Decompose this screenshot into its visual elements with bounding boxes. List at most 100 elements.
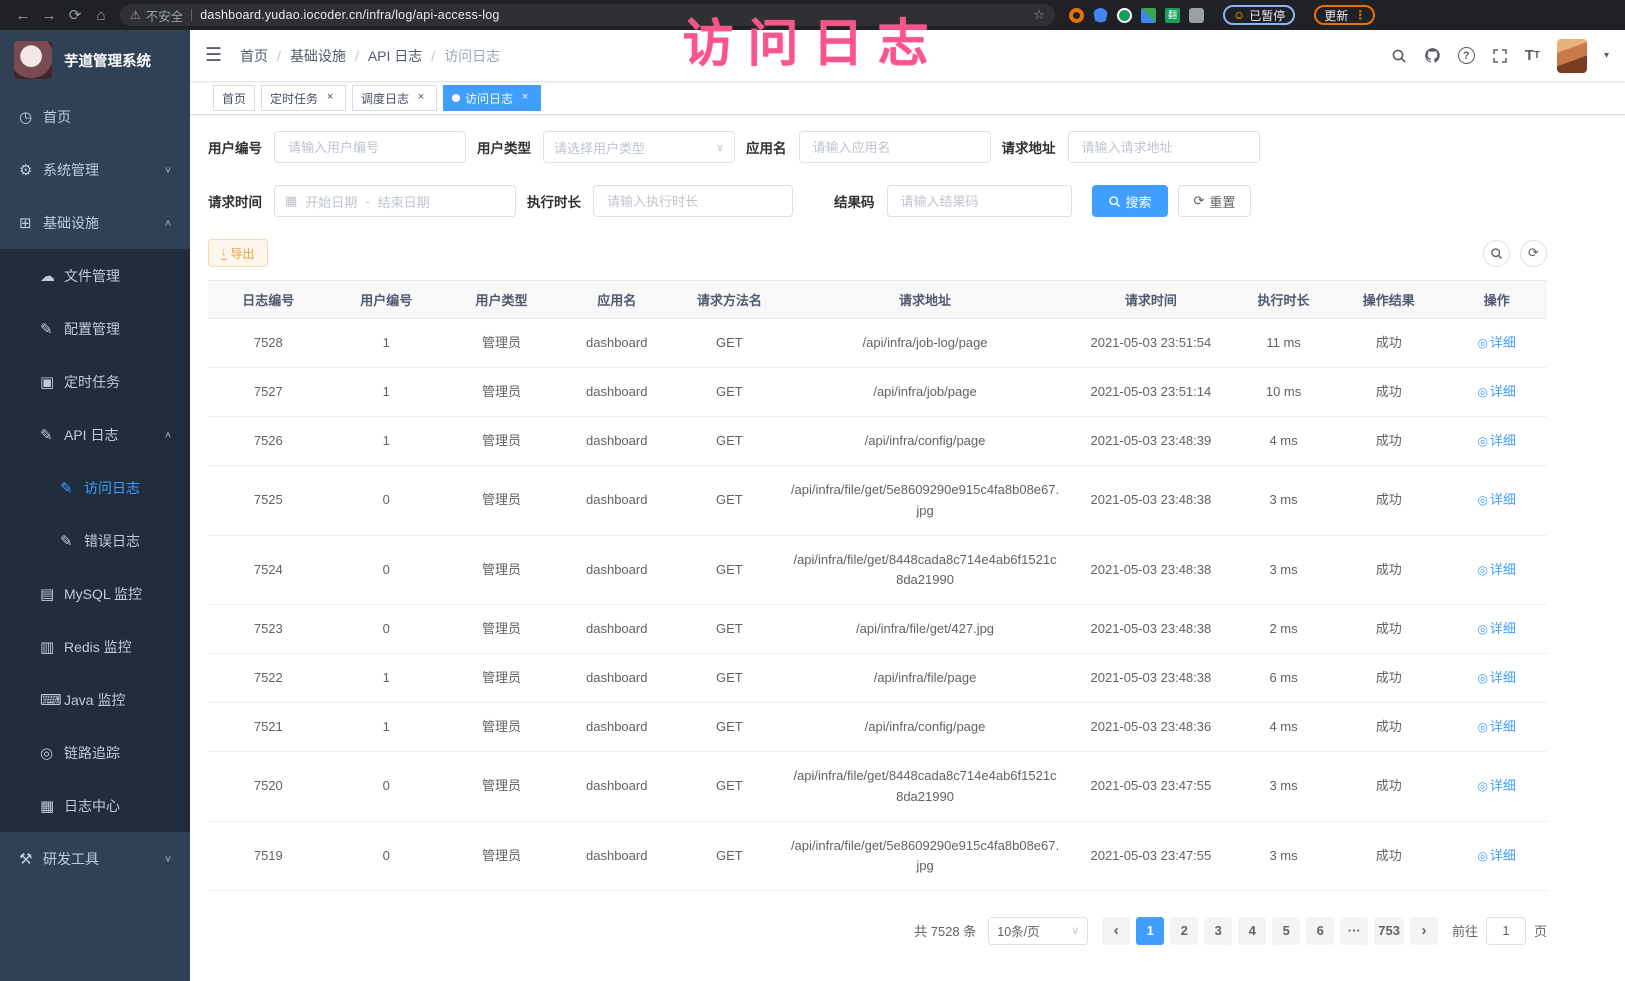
cell-actions: ◎详细 — [1446, 752, 1547, 821]
sidebar-item-mysql[interactable]: ▤MySQL 监控 — [0, 567, 190, 620]
tab-定时任务[interactable]: 定时任务× — [261, 85, 346, 111]
sidebar-item-api-log[interactable]: ✎API 日志∧ — [0, 408, 190, 461]
reset-button[interactable]: ⟳ 重置 — [1178, 185, 1252, 217]
home-icon[interactable]: ⌂ — [88, 7, 114, 24]
security-warning[interactable]: 不安全 — [146, 6, 184, 25]
sidebar-item-label: 错误日志 — [84, 531, 190, 551]
more-pages-button[interactable]: ··· — [1340, 917, 1368, 945]
tab-访问日志[interactable]: 访问日志× — [443, 85, 541, 111]
toggle-search-button[interactable] — [1483, 240, 1510, 267]
detail-link[interactable]: ◎详细 — [1477, 621, 1516, 636]
sidebar-item-log-center[interactable]: ▦日志中心 — [0, 779, 190, 832]
forward-icon[interactable]: → — [36, 7, 62, 24]
detail-link[interactable]: ◎详细 — [1477, 848, 1516, 863]
cell-method: GET — [674, 535, 784, 604]
page-button-2[interactable]: 2 — [1170, 917, 1198, 945]
tab-调度日志[interactable]: 调度日志× — [352, 85, 437, 111]
refresh-table-button[interactable]: ⟳ — [1520, 240, 1547, 267]
github-icon[interactable] — [1424, 47, 1441, 64]
chevron-down-icon[interactable]: ▾ — [1604, 50, 1609, 61]
extension-icon[interactable] — [1141, 8, 1156, 23]
user-id-input[interactable] — [274, 131, 466, 163]
fullscreen-icon[interactable] — [1492, 48, 1508, 64]
sidebar-item-config[interactable]: ✎配置管理 — [0, 302, 190, 355]
page-button-1[interactable]: 1 — [1136, 917, 1164, 945]
search-button[interactable]: 搜索 — [1092, 185, 1168, 217]
detail-link[interactable]: ◎详细 — [1477, 719, 1516, 734]
close-icon[interactable]: × — [518, 91, 532, 105]
sidebar-item-trace[interactable]: ◎链路追踪 — [0, 726, 190, 779]
extensions-puzzle-icon[interactable] — [1189, 8, 1204, 23]
extension-shield-icon[interactable] — [1093, 8, 1108, 23]
hamburger-icon[interactable]: ☰ — [205, 44, 222, 67]
sidebar-item-java[interactable]: ⌨Java 监控 — [0, 673, 190, 726]
page-size-select[interactable]: 10条/页 ∨ — [988, 917, 1088, 945]
cell-user_id: 1 — [329, 417, 444, 466]
sidebar-item-system[interactable]: ⚙系统管理∨ — [0, 143, 190, 196]
date-range-picker[interactable]: ▦ 开始日期 - 结束日期 — [274, 185, 516, 217]
sidebar-item-redis[interactable]: ▥Redis 监控 — [0, 620, 190, 673]
paused-extension-pill[interactable]: ☺ 已暂停 — [1223, 5, 1295, 25]
export-button[interactable]: ↓ 导出 — [208, 239, 268, 267]
sidebar-item-label: 定时任务 — [64, 372, 190, 392]
detail-link[interactable]: ◎详细 — [1477, 433, 1516, 448]
detail-link[interactable]: ◎详细 — [1477, 670, 1516, 685]
detail-link[interactable]: ◎详细 — [1477, 335, 1516, 350]
chevron-up-icon: ∧ — [164, 217, 172, 227]
table-row: 75221管理员dashboardGET/api/infra/file/page… — [208, 654, 1547, 703]
page-button-3[interactable]: 3 — [1204, 917, 1232, 945]
page-button-6[interactable]: 6 — [1306, 917, 1334, 945]
request-url-input[interactable] — [1068, 131, 1260, 163]
detail-link[interactable]: ◎详细 — [1477, 384, 1516, 399]
duration-label: 执行时长 — [527, 191, 581, 211]
address-bar[interactable]: ⚠ 不安全 dashboard.yudao.iocoder.cn/infra/l… — [120, 4, 1055, 26]
browser-update-button[interactable]: 更新 ⋮ — [1314, 5, 1375, 25]
translate-extension-icon[interactable]: 翻 — [1165, 8, 1180, 23]
cell-app: dashboard — [559, 535, 674, 604]
font-size-icon[interactable]: TT — [1525, 47, 1540, 64]
breadcrumb-item[interactable]: 基础设施 — [290, 46, 346, 66]
avatar[interactable] — [1557, 39, 1587, 73]
user-type-select[interactable]: 请选择用户类型 ∨ — [543, 131, 735, 163]
divider — [191, 9, 192, 21]
sidebar-item-file[interactable]: ☁文件管理 — [0, 249, 190, 302]
bookmark-star-icon[interactable]: ☆ — [1033, 7, 1045, 23]
help-icon[interactable]: ? — [1458, 47, 1475, 64]
breadcrumb-item[interactable]: API 日志 — [368, 46, 422, 66]
tab-首页[interactable]: 首页 — [213, 85, 255, 111]
sidebar-item-home[interactable]: ◷首页 — [0, 90, 190, 143]
sidebar-item-access-log[interactable]: ✎访问日志 — [0, 461, 190, 514]
next-page-button[interactable]: › — [1410, 917, 1438, 945]
detail-link[interactable]: ◎详细 — [1477, 562, 1516, 577]
logo[interactable]: 芋道管理系统 — [0, 30, 190, 90]
breadcrumb-item[interactable]: 首页 — [240, 46, 268, 66]
eye-icon: ◎ — [1477, 720, 1487, 734]
detail-link[interactable]: ◎详细 — [1477, 778, 1516, 793]
sidebar-item-label: 系统管理 — [43, 160, 164, 180]
close-icon[interactable]: × — [323, 91, 337, 105]
duration-input[interactable] — [593, 185, 793, 217]
sidebar-item-infra[interactable]: ⊞基础设施∧ — [0, 196, 190, 249]
close-icon[interactable]: × — [414, 91, 428, 105]
extension-icon[interactable] — [1117, 8, 1132, 23]
breadcrumb-separator: / — [431, 48, 435, 64]
result-code-input[interactable] — [887, 185, 1072, 217]
search-icon[interactable] — [1391, 48, 1407, 64]
page-button-4[interactable]: 4 — [1238, 917, 1266, 945]
prev-page-button[interactable]: ‹ — [1102, 917, 1130, 945]
goto-page-input[interactable] — [1486, 917, 1526, 945]
page-url[interactable]: dashboard.yudao.iocoder.cn/infra/log/api… — [200, 8, 1033, 22]
page-button-5[interactable]: 5 — [1272, 917, 1300, 945]
sidebar-item-error-log[interactable]: ✎错误日志 — [0, 514, 190, 567]
page-button-753[interactable]: 753 — [1374, 917, 1404, 945]
sidebar-item-job[interactable]: ▣定时任务 — [0, 355, 190, 408]
reload-icon[interactable]: ⟳ — [62, 6, 88, 24]
back-icon[interactable]: ← — [10, 7, 36, 24]
app-name-input[interactable] — [799, 131, 991, 163]
sidebar-item-tool[interactable]: ⚒研发工具∨ — [0, 832, 190, 885]
extension-icon[interactable] — [1069, 8, 1084, 23]
detail-link[interactable]: ◎详细 — [1477, 492, 1516, 507]
cell-duration: 3 ms — [1236, 752, 1331, 821]
kebab-menu-icon[interactable]: ⋮ — [1354, 8, 1365, 22]
eye-icon: ◎ — [1477, 622, 1487, 636]
